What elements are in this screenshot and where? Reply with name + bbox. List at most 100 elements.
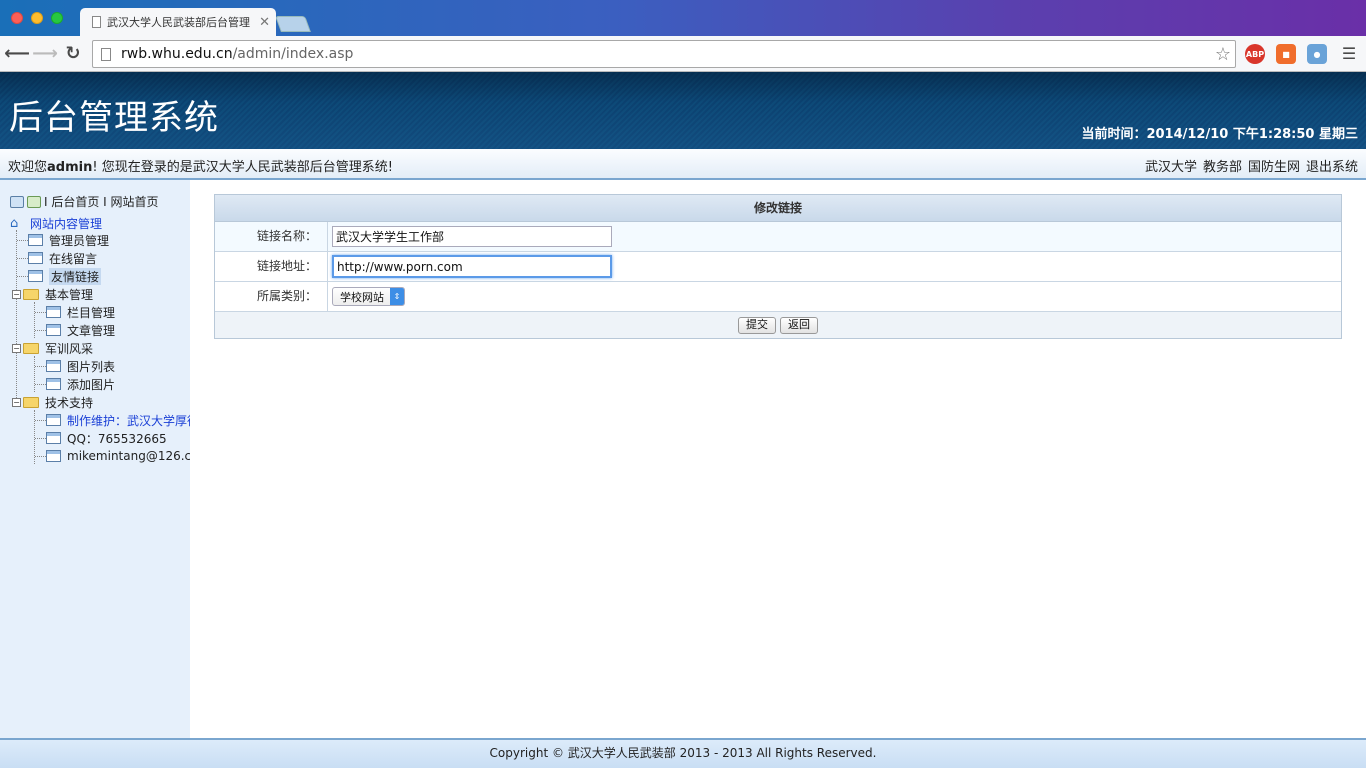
category-label: 所属类别： (215, 282, 328, 311)
back-icon[interactable]: ⟵ (4, 42, 30, 64)
add-icon (27, 195, 41, 208)
link-name-label: 链接名称： (215, 222, 328, 251)
sidebar-item-label: 文章管理 (67, 323, 116, 338)
url-path: /admin/index.asp (232, 46, 354, 62)
bookmark-star-icon[interactable]: ☆ (1215, 44, 1231, 65)
close-window-icon[interactable] (11, 12, 23, 24)
form-actions: 提交 返回 (215, 312, 1341, 338)
sidebar-item-messages[interactable]: 在线留言 (28, 249, 97, 267)
link-url-input[interactable] (332, 255, 612, 278)
folder-icon (23, 288, 39, 300)
link-url-row: 链接地址： (215, 252, 1341, 282)
page-icon (46, 450, 61, 462)
welcome-message: 欢迎您admin! 您现在登录的是武汉大学人民武装部后台管理系统! (8, 156, 393, 175)
form-title: 修改链接 (215, 195, 1341, 222)
sidebar-top-links: I 后台首页 I 网站首页 (10, 193, 159, 210)
sidebar-item-admins[interactable]: 管理员管理 (28, 231, 109, 249)
address-bar[interactable]: rwb.whu.edu.cn/admin/index.asp ☆ (92, 40, 1236, 68)
sidebar-item-links[interactable]: 友情链接 (28, 267, 102, 285)
sidebar-item-label: 栏目管理 (67, 305, 116, 320)
sidebar-item-maintainer[interactable]: 制作维护：武汉大学厚德 (46, 411, 190, 429)
sidebar-group-label: 军训风采 (45, 341, 94, 356)
back-button[interactable]: 返回 (780, 316, 818, 334)
folder-icon (23, 342, 39, 354)
sidebar: I 后台首页 I 网站首页 ⌂ 网站内容管理 管理员管理 在线留言 友情链接 −… (0, 180, 190, 738)
page-icon (46, 306, 61, 318)
username: admin (47, 160, 93, 175)
page-footer: Copyright © 武汉大学人民武装部 2013 - 2013 All Ri… (0, 738, 1366, 768)
page-icon (92, 16, 101, 28)
select-arrow-icon: ⇕ (390, 288, 404, 305)
home-links[interactable]: I 后台首页 I 网站首页 (44, 193, 159, 210)
camera-icon[interactable]: ● (1307, 44, 1327, 64)
translate-icon[interactable]: ■ (1276, 44, 1296, 64)
sidebar-item-photo-list[interactable]: 图片列表 (46, 357, 115, 375)
browser-toolbar: ⟵ ⟶ ↻ rwb.whu.edu.cn/admin/index.asp ☆ A… (0, 36, 1366, 72)
sidebar-item-label: 图片列表 (67, 359, 116, 374)
sidebar-item-columns[interactable]: 栏目管理 (46, 303, 115, 321)
menu-icon[interactable]: ☰ (1338, 42, 1360, 64)
page-icon (28, 252, 43, 264)
sidebar-item-label: 在线留言 (49, 251, 98, 266)
page-icon (28, 270, 43, 282)
collapse-icon[interactable]: − (12, 289, 21, 299)
link-url-label: 链接地址： (215, 252, 328, 281)
collapse-icon[interactable]: − (12, 343, 21, 353)
page-icon (101, 47, 111, 61)
adblock-icon[interactable]: ABP (1245, 44, 1265, 64)
sidebar-item-label: 管理员管理 (49, 233, 110, 248)
admin-icon (10, 195, 24, 208)
sidebar-item-add-photo[interactable]: 添加图片 (46, 375, 115, 393)
sidebar-item-qq[interactable]: QQ：765532665 (46, 429, 167, 447)
page-icon (46, 324, 61, 336)
page-icon (46, 414, 61, 426)
copyright-text: Copyright © 武汉大学人民武装部 2013 - 2013 All Ri… (489, 746, 877, 760)
sidebar-item-label: 添加图片 (67, 377, 116, 392)
sidebar-group-label: 技术支持 (45, 395, 94, 410)
link-name-row: 链接名称： (215, 222, 1341, 252)
sidebar-group-support[interactable]: − 技术支持 (12, 393, 93, 411)
category-row: 所属类别： 学校网站 ⇕ (215, 282, 1341, 312)
link-name-input[interactable] (332, 226, 612, 247)
page-icon (28, 234, 43, 246)
category-select[interactable]: 学校网站 ⇕ (332, 287, 405, 306)
folder-icon (23, 396, 39, 408)
url-host: rwb.whu.edu.cn (121, 46, 233, 62)
page-icon (46, 432, 61, 444)
edit-link-form: 修改链接 链接名称： 链接地址： 所属类别： 学校网站 ⇕ 提交 返回 (214, 194, 1342, 339)
sidebar-item-articles[interactable]: 文章管理 (46, 321, 115, 339)
current-time: 当前时间：2014/12/10 下午1:28:50 星期三 (1081, 127, 1358, 142)
site-banner: 后台管理系统 当前时间：2014/12/10 下午1:28:50 星期三 (0, 72, 1366, 149)
submit-button[interactable]: 提交 (738, 316, 776, 334)
home-icon: ⌂ (10, 215, 19, 231)
sidebar-item-label: 制作维护：武汉大学厚德 (67, 413, 190, 428)
browser-tab[interactable]: 武汉大学人民武装部后台管理 ✕ (80, 8, 276, 36)
sidebar-item-email[interactable]: mikemintang@126.com (46, 447, 190, 465)
collapse-icon[interactable]: − (12, 397, 21, 407)
link-guofangsheng[interactable]: 国防生网 (1248, 156, 1300, 175)
sidebar-item-label: QQ：765532665 (67, 431, 167, 446)
sidebar-item-label: mikemintang@126.com (67, 449, 190, 463)
tree-root[interactable]: ⌂ 网站内容管理 (10, 214, 102, 232)
sidebar-group-training[interactable]: − 军训风采 (12, 339, 93, 357)
minimize-window-icon[interactable] (31, 12, 43, 24)
maximize-window-icon[interactable] (51, 12, 63, 24)
logout-link[interactable]: 退出系统 (1306, 156, 1358, 175)
link-whu[interactable]: 武汉大学 (1145, 156, 1197, 175)
tab-title: 武汉大学人民武装部后台管理 (107, 16, 250, 29)
welcome-suffix: ! 您现在登录的是武汉大学人民武装部后台管理系统! (92, 160, 393, 175)
sidebar-group-basic[interactable]: − 基本管理 (12, 285, 93, 303)
link-jiaowu[interactable]: 教务部 (1203, 156, 1242, 175)
page-title: 后台管理系统 (9, 98, 219, 138)
welcome-prefix: 欢迎您 (8, 160, 48, 175)
page-icon (46, 378, 61, 390)
tree-root-label: 网站内容管理 (30, 216, 103, 231)
tab-close-icon[interactable]: ✕ (259, 15, 270, 30)
page-icon (46, 360, 61, 372)
welcome-bar: 欢迎您admin! 您现在登录的是武汉大学人民武装部后台管理系统! 武汉大学 教… (0, 149, 1366, 180)
forward-icon[interactable]: ⟶ (32, 42, 58, 64)
sidebar-item-label: 友情链接 (49, 267, 102, 285)
reload-icon[interactable]: ↻ (62, 42, 84, 64)
browser-chrome: 武汉大学人民武装部后台管理 ✕ ⟵ ⟶ ↻ rwb.whu.edu.cn/adm… (0, 0, 1366, 72)
new-tab-button[interactable] (275, 16, 311, 32)
